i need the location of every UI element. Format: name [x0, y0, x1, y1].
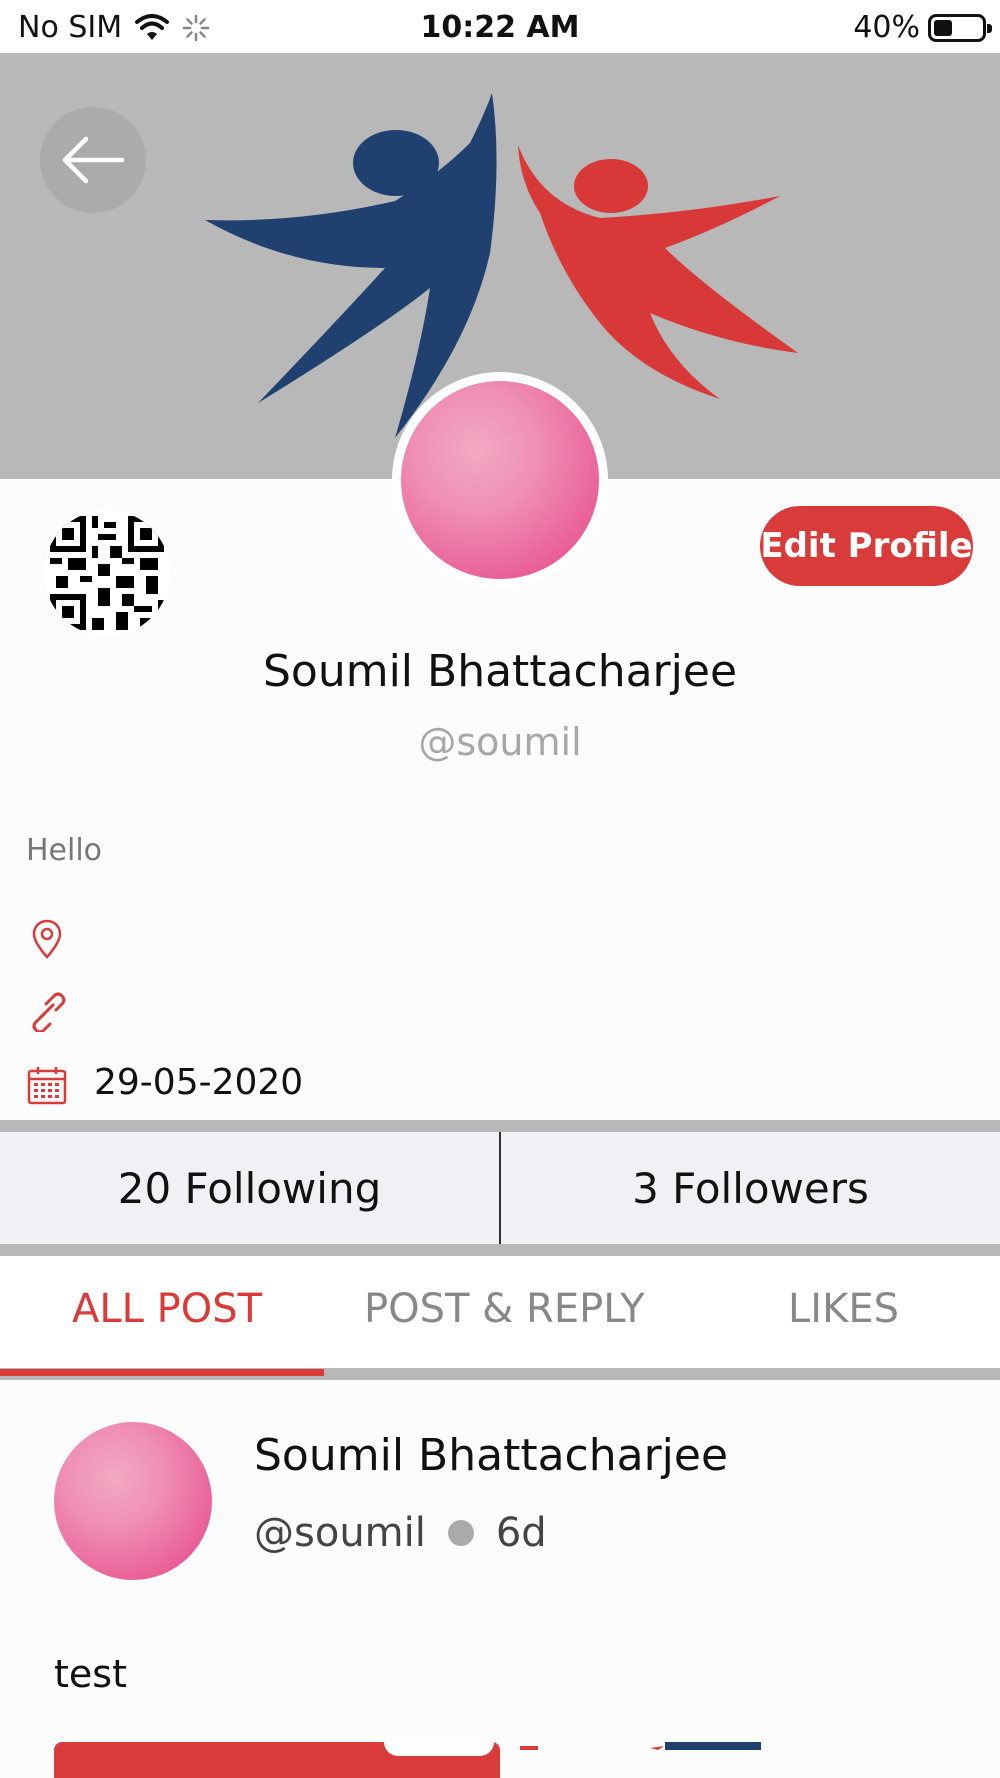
post-image[interactable]: [54, 1742, 500, 1778]
back-arrow-icon: [62, 136, 125, 184]
post-author-handle: @soumil: [254, 1510, 426, 1556]
post-image-logo: [520, 1742, 761, 1750]
battery-percent: 40%: [853, 10, 920, 45]
separator-dot: [447, 1520, 474, 1546]
tab-all-post[interactable]: ALL POST: [72, 1286, 262, 1332]
battery-icon: [928, 13, 992, 42]
post-author-name[interactable]: Soumil Bhattacharjee: [254, 1430, 728, 1481]
qr-code-icon: [44, 510, 170, 636]
post-meta: @soumil 6d: [254, 1510, 547, 1556]
profile-handle: @soumil: [418, 720, 582, 764]
active-tab-indicator: [0, 1369, 324, 1376]
status-bar: No SIM 10:22 AM 40%: [0, 0, 1000, 53]
tab-post-reply[interactable]: POST & REPLY: [364, 1286, 645, 1332]
battery-level: [934, 19, 952, 36]
follow-stats: 20 Following 3 Followers: [0, 1120, 1000, 1256]
tab-likes[interactable]: LIKES: [788, 1286, 899, 1332]
status-right: 40%: [853, 10, 992, 45]
location-pin-icon: [32, 919, 62, 959]
post-author-avatar[interactable]: [54, 1422, 212, 1580]
post-card[interactable]: Soumil Bhattacharjee @soumil 6d test: [0, 1392, 1000, 1778]
profile-avatar[interactable]: [392, 372, 608, 588]
avatar-image: [401, 381, 599, 579]
profile-bio: Hello: [26, 833, 103, 868]
edit-profile-button[interactable]: Edit Profile: [760, 506, 973, 586]
back-button[interactable]: [40, 107, 146, 213]
joined-date: 29-05-2020: [94, 1062, 304, 1103]
link-icon: [32, 992, 66, 1032]
following-button[interactable]: 20 Following: [0, 1132, 499, 1244]
post-age: 6d: [495, 1510, 547, 1556]
post-image-shape: [384, 1742, 494, 1756]
profile-name: Soumil Bhattacharjee: [262, 646, 738, 697]
calendar-icon: [27, 1067, 67, 1105]
followers-button[interactable]: 3 Followers: [501, 1132, 1000, 1244]
post-text: test: [54, 1652, 127, 1696]
status-time: 10:22 AM: [420, 10, 580, 45]
qr-code-button[interactable]: [44, 510, 170, 636]
post-tabs: ALL POST POST & REPLY LIKES: [0, 1256, 1000, 1380]
